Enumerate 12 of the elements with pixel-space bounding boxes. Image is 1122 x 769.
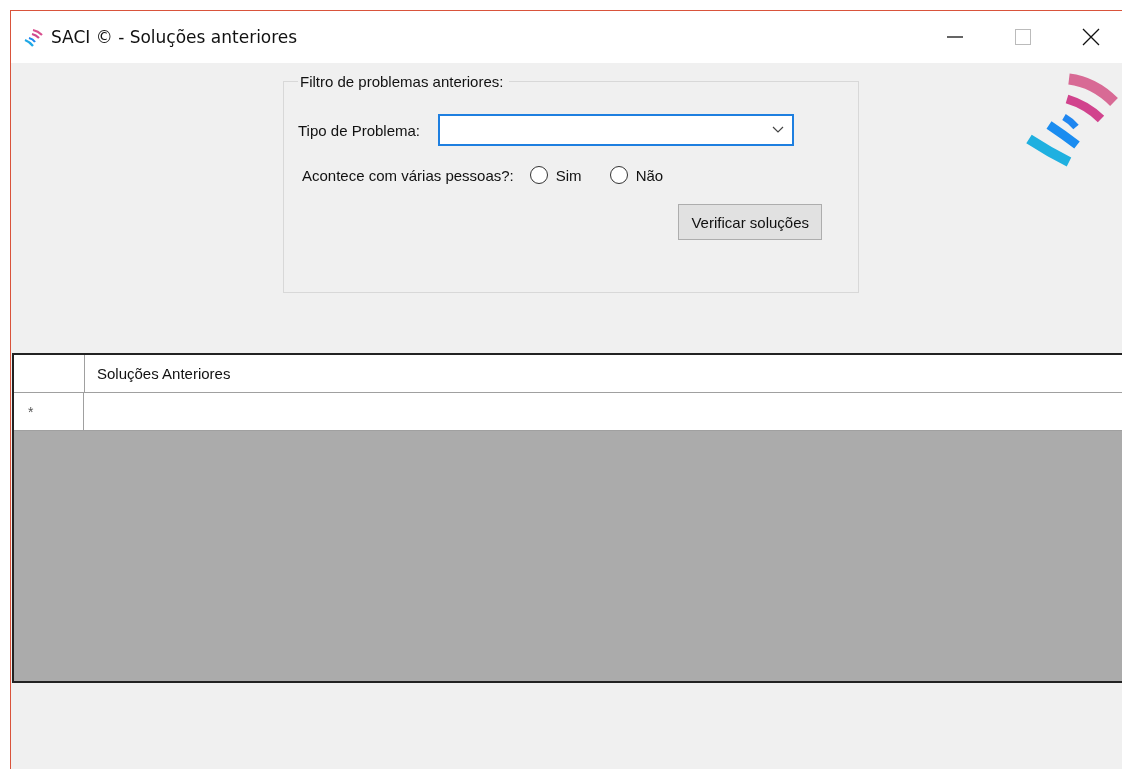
app-logo-icon <box>23 27 43 47</box>
chevron-down-icon <box>772 126 784 134</box>
row-header: * <box>14 393 84 430</box>
window-title: SACI © - Soluções anteriores <box>51 27 298 47</box>
question-label: Acontece com várias pessoas?: <box>302 166 514 184</box>
problem-type-dropdown[interactable] <box>438 114 794 146</box>
radio-option[interactable]: Sim <box>529 166 582 184</box>
radio-option[interactable]: Não <box>609 166 664 184</box>
close-icon[interactable] <box>1082 28 1100 46</box>
group-legend: Filtro de problemas anteriores: <box>298 73 510 90</box>
field-label: Tipo de Problema: <box>298 121 420 139</box>
verify-solutions-button[interactable]: Verificar soluções <box>678 204 822 240</box>
